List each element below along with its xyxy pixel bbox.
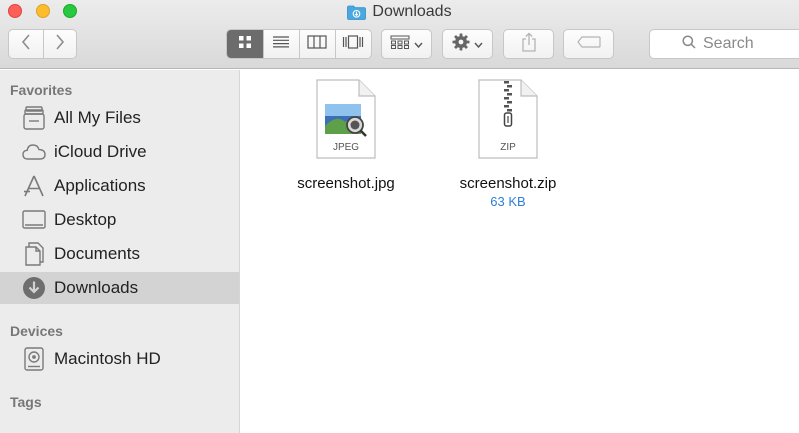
chevron-down-icon: [414, 35, 423, 53]
list-view-button[interactable]: [262, 30, 299, 58]
navigation-buttons: [8, 29, 77, 59]
sidebar-section-tags: Tags: [10, 394, 42, 410]
gear-icon: [452, 33, 470, 56]
sidebar-section-favorites: Favorites: [10, 82, 73, 98]
cover-flow-view-icon: [342, 34, 364, 54]
downloads-icon: [21, 276, 46, 301]
sidebar-item-label: All My Files: [54, 108, 141, 127]
file-item[interactable]: JPEG screenshot.jpg: [276, 78, 416, 192]
sidebar-item-label: Desktop: [54, 210, 117, 229]
sidebar-item-documents[interactable]: Documents: [0, 238, 239, 270]
jpeg-file-icon: JPEG: [315, 78, 377, 160]
search-input[interactable]: Search: [649, 29, 799, 59]
chevron-left-icon: [21, 33, 31, 55]
chevron-right-icon: [55, 33, 65, 55]
sidebar-item-all-my-files[interactable]: All My Files: [0, 102, 239, 134]
all-files-icon: [21, 106, 46, 131]
sidebar-item-label: Applications: [54, 176, 146, 195]
cover-flow-view-button[interactable]: [334, 30, 371, 58]
file-browser-area: JPEG screenshot.jpg ZIP screenshot.zip 6…: [241, 70, 799, 433]
share-icon: [521, 31, 537, 57]
icon-view-button[interactable]: [227, 30, 263, 58]
column-view-icon: [307, 34, 328, 54]
edit-tags-button[interactable]: [563, 29, 614, 59]
chevron-down-icon: [474, 35, 483, 53]
window-toolbar: Downloads Search: [0, 0, 799, 69]
file-name: screenshot.zip: [459, 175, 557, 192]
sidebar-item-macintosh-hd[interactable]: Macintosh HD: [0, 343, 239, 375]
column-view-button[interactable]: [298, 30, 335, 58]
sidebar-item-desktop[interactable]: Desktop: [0, 204, 239, 236]
file-size: 63 KB: [490, 194, 526, 209]
icon-view-icon: [238, 35, 252, 54]
sidebar-item-label: Documents: [54, 244, 140, 263]
action-button[interactable]: [442, 29, 493, 59]
file-name: screenshot.jpg: [297, 175, 395, 192]
sidebar-section-devices: Devices: [10, 323, 63, 339]
applications-icon: [21, 174, 46, 199]
desktop-icon: [21, 208, 46, 233]
search-placeholder: Search: [703, 35, 754, 52]
sidebar: Favorites All My Files iCloud Drive Appl…: [0, 70, 240, 433]
tag-icon: [576, 35, 601, 53]
sidebar-item-applications[interactable]: Applications: [0, 170, 239, 202]
list-view-icon: [272, 35, 290, 54]
search-icon: [682, 34, 696, 54]
arrange-button[interactable]: [381, 29, 432, 59]
zip-file-icon: ZIP: [477, 78, 539, 160]
window-title: Downloads: [0, 1, 799, 23]
folder-downloads-icon: [347, 5, 367, 20]
file-type-label: JPEG: [333, 142, 359, 153]
file-item[interactable]: ZIP screenshot.zip 63 KB: [438, 78, 578, 209]
view-mode-control: [226, 29, 372, 59]
hard-drive-icon: [21, 347, 46, 372]
documents-icon: [21, 242, 46, 267]
sidebar-item-label: iCloud Drive: [54, 142, 147, 161]
sidebar-item-label: Macintosh HD: [54, 349, 161, 368]
arrange-grid-icon: [390, 35, 410, 54]
sidebar-item-icloud-drive[interactable]: iCloud Drive: [0, 136, 239, 168]
forward-button[interactable]: [42, 30, 77, 58]
sidebar-item-downloads[interactable]: Downloads: [0, 272, 239, 304]
back-button[interactable]: [9, 30, 43, 58]
file-type-label: ZIP: [500, 142, 516, 153]
share-button[interactable]: [503, 29, 554, 59]
sidebar-item-label: Downloads: [54, 278, 139, 297]
cloud-icon: [21, 140, 46, 165]
window-title-text: Downloads: [372, 3, 452, 20]
